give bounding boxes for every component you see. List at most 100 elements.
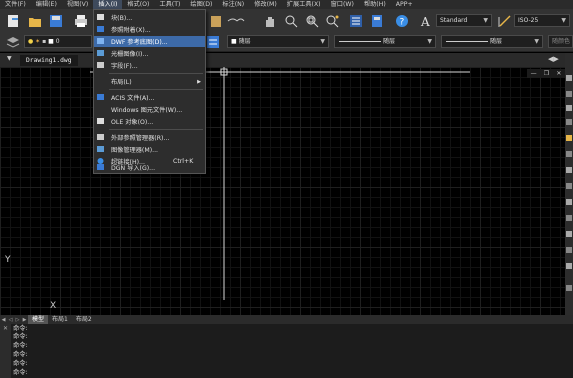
- standard-toolbar: ? A Standard ▼ ISO-25 ▼: [0, 9, 573, 32]
- menu-item-wmf[interactable]: Windows 图元文件(W)...: [94, 104, 205, 115]
- pan-hand-icon[interactable]: [261, 12, 278, 29]
- submenu-arrow-icon: ▶: [197, 78, 201, 85]
- menu-insert[interactable]: 插入(I): [93, 0, 123, 9]
- zoom-realtime-icon[interactable]: [282, 12, 299, 29]
- menu-bar: 文件(F) 编辑(E) 视图(V) 插入(I) 格式(O) 工具(T) 绘图(D…: [0, 0, 573, 9]
- layer-color-swatch: ■: [48, 38, 54, 45]
- sun-icon: ✶: [35, 38, 41, 45]
- tab-model[interactable]: 模型: [28, 315, 49, 324]
- dgn-icon: [97, 164, 104, 170]
- ole-icon: [97, 118, 104, 124]
- xref-icon: [97, 26, 104, 32]
- menu-view[interactable]: 视图(V): [62, 0, 93, 9]
- open-folder-icon[interactable]: [26, 12, 43, 29]
- last-tab-icon[interactable]: ▶: [21, 317, 28, 323]
- command-history-line: 命令:: [13, 351, 28, 358]
- linetype-select[interactable]: 随层 ▼: [334, 35, 436, 48]
- dwf-icon: [97, 38, 104, 44]
- menu-dimension[interactable]: 标注(N): [217, 0, 249, 9]
- svg-text:?: ?: [399, 17, 404, 27]
- raster-image-icon: [97, 50, 104, 56]
- color-swatch: ■: [231, 38, 237, 45]
- menu-item-xref-attach[interactable]: 参照附着(X)...: [94, 24, 205, 35]
- layer-manager-icon[interactable]: [4, 33, 21, 50]
- menu-item-ole[interactable]: OLE 对象(O)...: [94, 116, 205, 127]
- acis-icon: [97, 94, 104, 100]
- xref-manager-icon: [97, 134, 104, 140]
- lineweight-preview: [446, 41, 488, 42]
- tab-layout2[interactable]: 布局2: [72, 315, 96, 324]
- image-manager-icon: [97, 146, 104, 152]
- menu-ext-tools[interactable]: 扩展工具(X): [282, 0, 326, 9]
- save-icon[interactable]: [47, 12, 64, 29]
- close-icon[interactable]: ✕: [3, 325, 8, 332]
- help-icon[interactable]: ?: [393, 12, 410, 29]
- menu-app[interactable]: APP+: [391, 0, 418, 9]
- text-style-icon[interactable]: A: [418, 12, 435, 29]
- new-file-icon[interactable]: [4, 12, 21, 29]
- menu-file[interactable]: 文件(F): [0, 0, 31, 9]
- paste-icon[interactable]: [207, 12, 224, 29]
- layout-tab-bar: ◀ ◁ ▷ ▶ 模型 布局1 布局2: [0, 315, 573, 324]
- linetype-preview: [339, 41, 381, 42]
- command-prompt[interactable]: 命令:: [13, 369, 28, 378]
- menu-separator: [109, 129, 203, 130]
- menu-separator: [109, 89, 203, 90]
- layers-toolbar: ● ✶ ▪ ■ 0 ■ 随层 ▼ 随层 ▼ 随层 ▼ 随颜色: [0, 32, 573, 52]
- next-tab-icon[interactable]: ▷: [14, 317, 21, 323]
- block-icon: [97, 14, 104, 20]
- dim-style-icon[interactable]: [496, 12, 513, 29]
- zoom-previous-icon[interactable]: [323, 12, 340, 29]
- properties-icon[interactable]: [347, 12, 364, 29]
- menu-modify[interactable]: 修改(M): [249, 0, 282, 9]
- lightbulb-icon: ●: [28, 38, 34, 45]
- drawing-canvas[interactable]: Y X: [0, 67, 565, 315]
- prev-tab-icon[interactable]: ◁: [7, 317, 14, 323]
- close-icon[interactable]: ✕: [556, 70, 561, 77]
- menu-item-image-manager[interactable]: 图像管理器(M)...: [94, 144, 205, 155]
- menu-draw[interactable]: 绘图(D): [185, 0, 217, 9]
- menu-help[interactable]: 帮助(H): [359, 0, 391, 9]
- menu-item-raster-image[interactable]: 光栅图像(I)...: [94, 48, 205, 59]
- first-tab-icon[interactable]: ◀: [0, 317, 7, 323]
- document-tab[interactable]: Drawing1.dwg: [20, 55, 78, 66]
- lineweight-select[interactable]: 随层 ▼: [441, 35, 543, 48]
- menu-item-dgn-import-label[interactable]: DGN 导入(G)...: [94, 162, 205, 173]
- crosshair-cursor: [90, 67, 470, 300]
- plotstyle-select[interactable]: 随颜色: [548, 35, 573, 48]
- restore-icon[interactable]: ❐: [544, 70, 549, 77]
- undo-icon[interactable]: [224, 12, 246, 29]
- menu-format[interactable]: 格式(O): [122, 0, 154, 9]
- menu-tools[interactable]: 工具(T): [154, 0, 185, 9]
- layer-select[interactable]: ● ✶ ▪ ■ 0: [24, 35, 92, 48]
- zoom-window-icon[interactable]: [303, 12, 320, 29]
- command-window-handle[interactable]: ✕: [0, 324, 11, 378]
- command-history-line: 命令:: [13, 360, 28, 367]
- chevron-down-icon: ▼: [427, 38, 432, 45]
- match-layer-icon[interactable]: [204, 33, 221, 50]
- menu-item-block[interactable]: 块(B)...: [94, 12, 205, 23]
- design-center-icon[interactable]: [368, 12, 385, 29]
- menu-item-xref-manager[interactable]: 外部参照管理器(R)...: [94, 132, 205, 143]
- print-icon[interactable]: [72, 12, 89, 29]
- menu-item-layout[interactable]: 布局(L) ▶: [94, 76, 205, 87]
- drawing-window-controls: — ❐ ✕: [527, 69, 565, 78]
- menu-separator: [109, 73, 203, 74]
- menu-window[interactable]: 窗口(W): [326, 0, 359, 9]
- text-style-select[interactable]: Standard ▼: [436, 14, 492, 27]
- menu-item-field[interactable]: 字段(F)...: [94, 60, 205, 71]
- command-history-line: 命令:: [13, 342, 28, 349]
- menu-edit[interactable]: 编辑(E): [31, 0, 62, 9]
- command-window[interactable]: ✕ 命令: 命令: 命令: 命令: 命令: 命令:: [0, 324, 573, 378]
- tab-layout1[interactable]: 布局1: [48, 315, 72, 324]
- menu-item-dwf-underlay[interactable]: DWF 参考底图(D)...: [94, 36, 205, 47]
- svg-text:A: A: [420, 15, 430, 28]
- color-select[interactable]: ■ 随层 ▼: [227, 35, 329, 48]
- document-tab-strip: ▼ Drawing1.dwg ◀▶: [0, 53, 573, 67]
- field-icon: [97, 62, 104, 68]
- tab-scroll-icon[interactable]: ◀▶: [548, 55, 559, 63]
- tab-list-icon[interactable]: ▼: [7, 55, 12, 62]
- dim-style-select[interactable]: ISO-25 ▼: [514, 14, 570, 27]
- menu-item-acis[interactable]: ACIS 文件(A)...: [94, 92, 205, 103]
- minimize-icon[interactable]: —: [531, 70, 537, 77]
